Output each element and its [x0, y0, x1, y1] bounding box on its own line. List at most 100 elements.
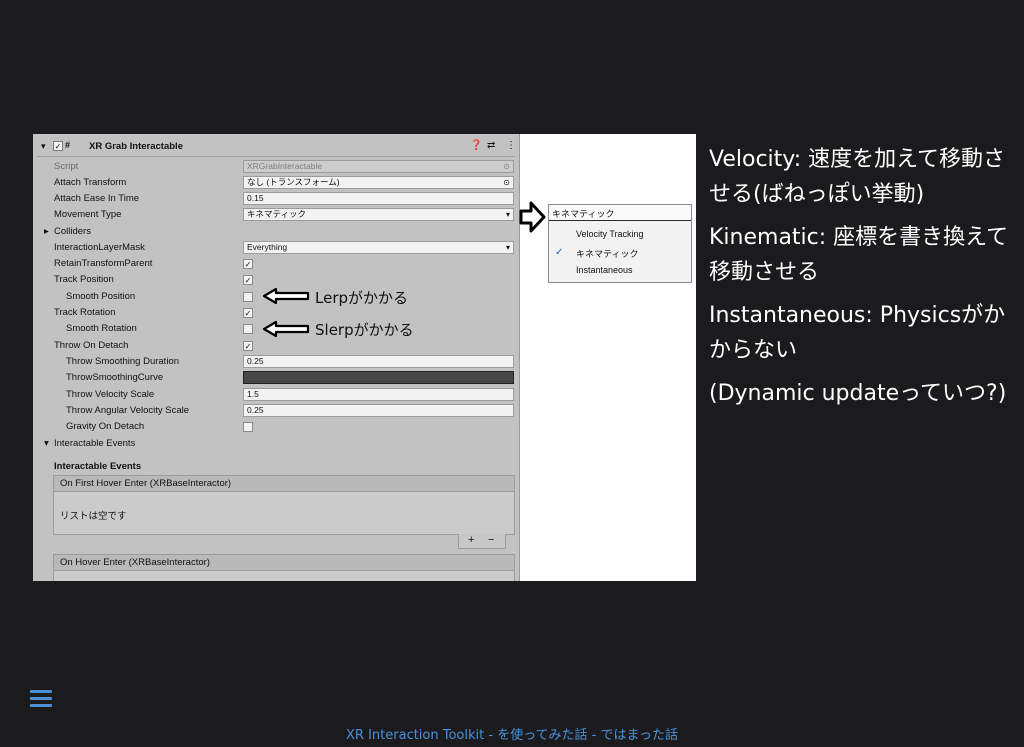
dropdown-current-value[interactable]: キネマティック — [549, 205, 691, 221]
on-hover-enter-title: On Hover Enter (XRBaseInteractor) — [60, 557, 210, 568]
gravity-on-detach-checkbox[interactable] — [243, 422, 253, 432]
row-events-heading: Interactable Events — [33, 459, 519, 475]
footer-title: XR Interaction Toolkit - を使ってみた話 - ではまった… — [346, 728, 678, 743]
explanation-notes: Velocity: 速度を加えて移動させる(ばねっぽい挙動) Kinematic… — [709, 142, 1009, 419]
row-throw-angular-velocity-scale: Throw Angular Velocity Scale 0.25 — [33, 403, 519, 419]
track-rotation-checkbox[interactable]: ✓ — [243, 308, 253, 318]
dropdown-arrow-icon: ▾ — [505, 243, 510, 252]
attach-transform-field[interactable]: なし (トランスフォーム) ⊙ — [243, 176, 514, 189]
option-velocity-tracking[interactable]: Velocity Tracking — [576, 229, 644, 239]
colliders-label[interactable]: Colliders — [54, 226, 91, 237]
throw-velocity-scale-label: Throw Velocity Scale — [66, 389, 155, 400]
track-position-label: Track Position — [54, 274, 114, 285]
throw-smoothing-curve-label: ThrowSmoothingCurve — [66, 372, 164, 383]
smooth-position-checkbox[interactable] — [243, 292, 253, 302]
throw-velocity-scale-field[interactable]: 1.5 — [243, 388, 514, 401]
attach-transform-value: なし (トランスフォーム) — [247, 177, 340, 187]
component-title: XR Grab Interactable — [89, 141, 183, 152]
row-colliders[interactable]: ▸ Colliders — [33, 224, 519, 240]
throw-on-detach-checkbox[interactable]: ✓ — [243, 341, 253, 351]
throw-smoothing-curve-field[interactable] — [243, 371, 514, 384]
movement-type-dropdown-menu: キネマティック Velocity Tracking ✓ キネマティック Inst… — [548, 204, 692, 283]
dropdown-arrow-icon: ▾ — [505, 210, 510, 219]
row-throw-smoothing-duration: Throw Smoothing Duration 0.25 — [33, 354, 519, 370]
interactable-events-foldout-label[interactable]: Interactable Events — [54, 438, 135, 449]
help-icon[interactable]: ❓ — [470, 140, 482, 151]
add-event-button[interactable]: + — [468, 534, 474, 547]
gravity-on-detach-label: Gravity On Detach — [66, 421, 145, 432]
interaction-layer-mask-value: Everything — [247, 242, 288, 252]
movement-type-label: Movement Type — [54, 209, 122, 220]
row-track-position: Track Position ✓ — [33, 272, 519, 288]
remove-event-button[interactable]: − — [488, 534, 494, 547]
interaction-layer-mask-dropdown[interactable]: Everything ▾ — [243, 241, 514, 254]
throw-angular-velocity-scale-field[interactable]: 0.25 — [243, 404, 514, 417]
row-retain-transform-parent: RetainTransformParent ✓ — [33, 256, 519, 272]
throw-angular-velocity-scale-label: Throw Angular Velocity Scale — [66, 405, 190, 416]
retain-transform-parent-checkbox[interactable]: ✓ — [243, 259, 253, 269]
component-enabled-checkbox[interactable]: ✓ — [53, 141, 63, 151]
check-icon: ✓ — [555, 247, 564, 258]
throw-smoothing-duration-field[interactable]: 0.25 — [243, 355, 514, 368]
expand-chevron-icon[interactable]: ▸ — [44, 226, 49, 237]
interactable-events-heading: Interactable Events — [54, 461, 142, 472]
script-icon: # — [65, 140, 71, 150]
attach-ease-in-time-field[interactable]: 0.15 — [243, 192, 514, 205]
row-throw-smoothing-curve: ThrowSmoothingCurve — [33, 370, 519, 386]
movement-type-dropdown[interactable]: キネマティック ▾ — [243, 208, 514, 221]
note-velocity: Velocity: 速度を加えて移動させる(ばねっぽい挙動) — [709, 147, 1006, 207]
smooth-position-label: Smooth Position — [66, 291, 136, 302]
throw-smoothing-duration-label: Throw Smoothing Duration — [66, 356, 179, 367]
row-interaction-layer-mask: InteractionLayerMask Everything ▾ — [33, 240, 519, 256]
script-label: Script — [54, 161, 79, 172]
arrow-left-icon — [262, 321, 310, 337]
component-header[interactable]: ▾ ✓ # XR Grab Interactable ❓ ⇄ ⋮ — [37, 138, 516, 157]
track-position-checkbox[interactable]: ✓ — [243, 275, 253, 285]
throw-on-detach-label: Throw On Detach — [54, 340, 129, 351]
script-value: XRGrabInteractable — [247, 161, 323, 171]
row-throw-on-detach: Throw On Detach ✓ — [33, 338, 519, 354]
row-interactable-events-foldout[interactable]: ▾ Interactable Events — [33, 436, 519, 452]
preset-icon[interactable]: ⇄ — [487, 140, 495, 151]
lerp-annotation: Lerpがかかる — [315, 289, 409, 307]
smooth-rotation-checkbox[interactable] — [243, 324, 253, 334]
row-movement-type: Movement Type キネマティック ▾ — [33, 207, 519, 223]
option-instantaneous[interactable]: Instantaneous — [576, 265, 633, 275]
note-kinematic: Kinematic: 座標を書き換えて移動させる — [709, 225, 1009, 285]
list-add-remove-controls: + − — [458, 534, 506, 549]
event-header: On Hover Enter (XRBaseInteractor) — [54, 555, 514, 571]
note-dynamic-update: (Dynamic updateっていつ?) — [709, 381, 1007, 406]
on-hover-enter-event: On Hover Enter (XRBaseInteractor) — [53, 554, 515, 581]
smooth-rotation-label: Smooth Rotation — [66, 323, 137, 334]
menu-icon[interactable] — [30, 690, 52, 708]
row-attach-transform: Attach Transform なし (トランスフォーム) ⊙ — [33, 175, 519, 191]
dropdown-selected-label: キネマティック — [552, 209, 615, 219]
collapse-chevron-icon[interactable]: ▾ — [44, 438, 49, 449]
slerp-annotation: Slerpがかかる — [315, 321, 414, 339]
row-script: Script XRGrabInteractable ⊙ — [33, 159, 519, 175]
retain-transform-parent-label: RetainTransformParent — [54, 258, 153, 269]
row-attach-ease-in-time: Attach Ease In Time 0.15 — [33, 191, 519, 207]
object-picker-icon[interactable]: ⊙ — [503, 177, 510, 188]
attach-transform-label: Attach Transform — [54, 177, 127, 188]
script-field: XRGrabInteractable ⊙ — [243, 160, 514, 173]
arrow-right-icon — [519, 201, 546, 233]
more-options-icon[interactable]: ⋮ — [506, 140, 516, 151]
movement-type-value: キネマティック — [247, 209, 306, 219]
row-gravity-on-detach: Gravity On Detach — [33, 419, 519, 435]
row-throw-velocity-scale: Throw Velocity Scale 1.5 — [33, 387, 519, 403]
inspector-screenshot: ▾ ✓ # XR Grab Interactable ❓ ⇄ ⋮ Script … — [33, 134, 696, 581]
object-picker-icon: ⊙ — [503, 162, 510, 171]
track-rotation-label: Track Rotation — [54, 307, 116, 318]
attach-ease-in-time-label: Attach Ease In Time — [54, 193, 140, 204]
empty-list-text: リストは空です — [60, 511, 127, 522]
on-first-hover-enter-event: On First Hover Enter (XRBaseInteractor) … — [53, 475, 515, 535]
unity-inspector-panel: ▾ ✓ # XR Grab Interactable ❓ ⇄ ⋮ Script … — [33, 134, 520, 581]
row-track-rotation: Track Rotation ✓ — [33, 305, 519, 321]
interaction-layer-mask-label: InteractionLayerMask — [54, 242, 145, 253]
on-first-hover-enter-title: On First Hover Enter (XRBaseInteractor) — [60, 478, 232, 489]
arrow-left-icon — [262, 288, 310, 304]
event-header: On First Hover Enter (XRBaseInteractor) — [54, 476, 514, 492]
option-kinematic[interactable]: キネマティック — [576, 247, 638, 260]
collapse-chevron-icon[interactable]: ▾ — [41, 141, 46, 152]
